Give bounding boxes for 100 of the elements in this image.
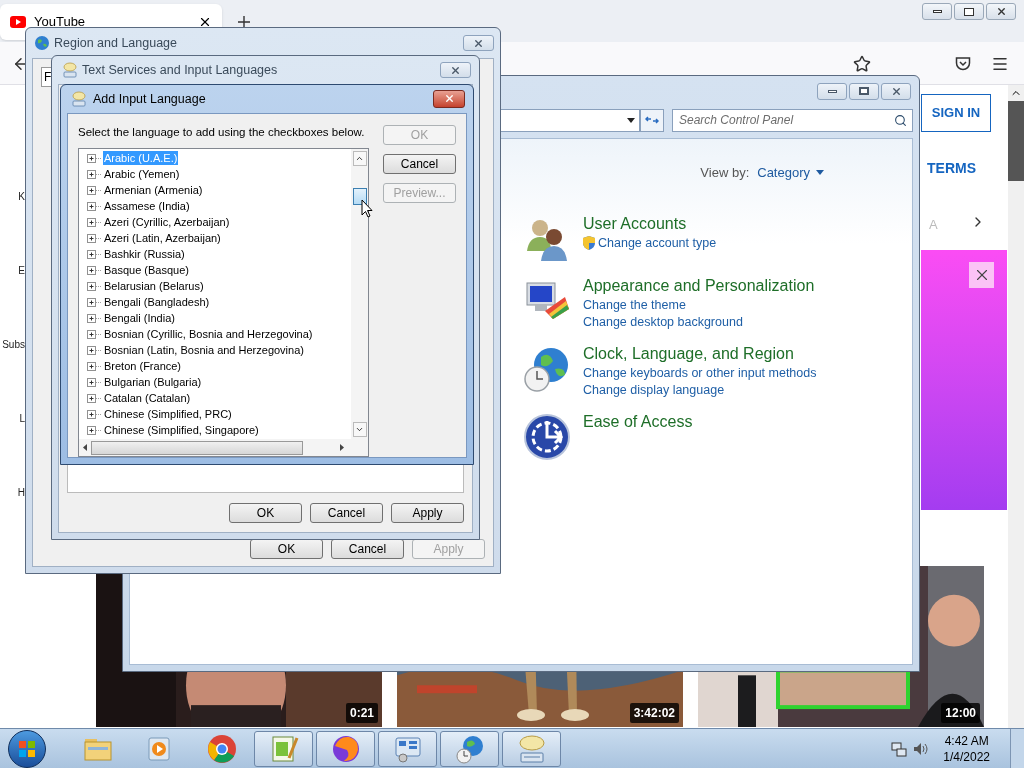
category-title[interactable]: Appearance and Personalization	[583, 274, 815, 297]
language-item[interactable]: Azeri (Cyrillic, Azerbaijan)	[103, 215, 231, 229]
language-item[interactable]: Belarusian (Belarus)	[103, 279, 205, 293]
close-icon[interactable]	[198, 15, 212, 29]
video-duration: 0:21	[345, 703, 378, 723]
expand-icon[interactable]	[87, 297, 103, 307]
scroll-right-icon[interactable]	[340, 444, 344, 451]
expand-icon[interactable]	[87, 425, 103, 435]
scrollbar-thumb[interactable]	[1008, 101, 1024, 181]
expand-icon[interactable]	[87, 313, 103, 323]
category-title[interactable]: User Accounts	[583, 212, 717, 235]
language-item[interactable]: Bengali (India)	[103, 311, 176, 325]
language-item[interactable]: Armenian (Armenia)	[103, 183, 204, 197]
horizontal-scrollbar[interactable]	[79, 439, 368, 456]
category-title[interactable]: Ease of Access	[583, 410, 693, 433]
taskbar-button[interactable]	[502, 730, 561, 767]
close-button[interactable]	[881, 82, 911, 100]
taskbar-button[interactable]	[440, 730, 499, 767]
taskbar-button[interactable]	[378, 730, 437, 767]
category-title[interactable]: Clock, Language, and Region	[583, 342, 817, 365]
taskbar-button[interactable]	[316, 730, 375, 767]
category-link[interactable]: Change desktop background	[583, 313, 743, 331]
language-item[interactable]: Catalan (Catalan)	[103, 391, 192, 405]
language-item[interactable]: Bosnian (Latin, Bosnia and Herzegovina)	[103, 343, 305, 357]
scroll-down-icon[interactable]	[355, 425, 364, 434]
close-icon	[890, 85, 902, 97]
menu-icon[interactable]	[991, 55, 1009, 73]
bookmark-star-icon[interactable]	[853, 55, 871, 73]
restore-button[interactable]	[954, 3, 984, 20]
close-button[interactable]	[440, 62, 471, 78]
expand-icon[interactable]	[87, 233, 103, 243]
expand-icon[interactable]	[87, 217, 103, 227]
taskbar-button[interactable]	[254, 730, 313, 767]
start-button[interactable]	[8, 729, 46, 768]
close-button[interactable]	[463, 35, 494, 51]
dropdown-arrow-icon[interactable]	[627, 117, 635, 123]
category-link[interactable]: Change keyboards or other input methods	[583, 364, 817, 382]
language-item[interactable]: Basque (Basque)	[103, 263, 190, 277]
instruction-text: Select the language to add using the checkboxes below.	[78, 124, 366, 140]
dialog-button[interactable]: Cancel	[331, 539, 404, 559]
expand-icon[interactable]	[87, 345, 103, 355]
video-duration: 3:42:02	[629, 703, 679, 723]
network-icon[interactable]	[891, 740, 908, 757]
expand-icon[interactable]	[87, 169, 103, 179]
page-text: L	[18, 412, 25, 426]
minimize-button[interactable]	[922, 3, 952, 20]
expand-icon[interactable]	[87, 153, 103, 163]
expand-icon[interactable]	[87, 361, 103, 371]
expand-icon[interactable]	[87, 377, 103, 387]
window-title: Add Input Language	[93, 90, 207, 108]
expand-icon[interactable]	[87, 393, 103, 403]
language-item[interactable]: Arabic (Yemen)	[103, 167, 181, 181]
clock[interactable]: 4:42 AM 1/4/2022	[943, 732, 990, 765]
dialog-button[interactable]: Cancel	[310, 503, 383, 523]
search-field[interactable]: Search Control Panel	[672, 108, 913, 132]
new-tab-icon[interactable]	[237, 15, 251, 29]
minimize-button[interactable]	[817, 82, 847, 100]
expand-icon[interactable]	[87, 329, 103, 339]
category-link[interactable]: Change the theme	[583, 296, 686, 314]
scroll-left-icon[interactable]	[83, 444, 87, 451]
dialog-button[interactable]: Apply	[391, 503, 464, 523]
maximize-button[interactable]	[849, 82, 879, 100]
sign-in-button[interactable]: SIGN IN	[921, 94, 991, 132]
expand-icon[interactable]	[87, 185, 103, 195]
language-item[interactable]: Azeri (Latin, Azerbaijan)	[103, 231, 222, 245]
scrollbar-thumb[interactable]	[352, 188, 367, 205]
category-link[interactable]: Change account type	[598, 234, 717, 252]
scrollbar-thumb[interactable]	[91, 440, 303, 455]
language-item[interactable]: Bashkir (Russia)	[103, 247, 186, 261]
language-item[interactable]: Chinese (Simplified, Singapore)	[103, 423, 260, 437]
close-button[interactable]	[986, 3, 1016, 20]
scrollbar[interactable]	[1008, 85, 1024, 728]
refresh-button[interactable]	[640, 108, 664, 132]
category-link[interactable]: Change display language	[583, 381, 725, 399]
language-item[interactable]: Bengali (Bangladesh)	[103, 295, 211, 309]
terms-link[interactable]: TERMS	[927, 158, 976, 179]
expand-icon[interactable]	[87, 249, 103, 259]
language-item[interactable]: Bulgarian (Bulgaria)	[103, 375, 203, 389]
accessibility-icon	[523, 412, 571, 461]
view-by-dropdown[interactable]: Category	[757, 163, 824, 183]
expand-icon[interactable]	[87, 409, 103, 419]
expand-icon[interactable]	[87, 265, 103, 275]
pocket-icon[interactable]	[955, 56, 971, 71]
expand-icon[interactable]	[87, 281, 103, 291]
dialog-button[interactable]: OK	[229, 503, 302, 523]
language-item[interactable]: Chinese (Simplified, PRC)	[103, 407, 233, 421]
vertical-scrollbar[interactable]	[351, 149, 368, 439]
dialog-button[interactable]: Cancel	[383, 153, 456, 174]
video-duration: 12:00	[941, 703, 980, 723]
scroll-up-icon[interactable]	[355, 154, 364, 163]
dialog-button[interactable]: OK	[250, 539, 323, 559]
expand-icon[interactable]	[87, 201, 103, 211]
language-item[interactable]: Bosnian (Cyrillic, Bosnia and Herzegovina)	[103, 327, 314, 341]
close-button[interactable]	[433, 89, 465, 108]
search-icon[interactable]	[894, 113, 907, 127]
language-item[interactable]: Assamese (India)	[103, 199, 191, 213]
close-ad-button[interactable]	[969, 262, 994, 288]
close-icon	[995, 6, 1007, 17]
language-item[interactable]: Breton (France)	[103, 359, 183, 373]
view-by-label: View by:	[700, 164, 750, 182]
